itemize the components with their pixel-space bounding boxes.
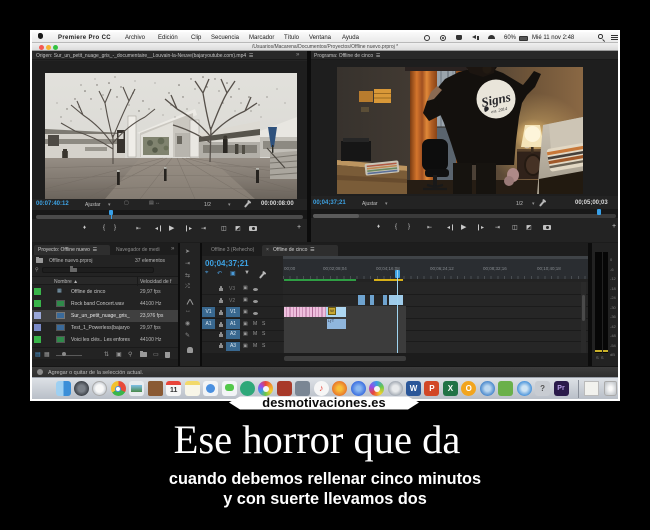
svg-text:desmotivaciones.es: desmotivaciones.es	[262, 395, 385, 410]
